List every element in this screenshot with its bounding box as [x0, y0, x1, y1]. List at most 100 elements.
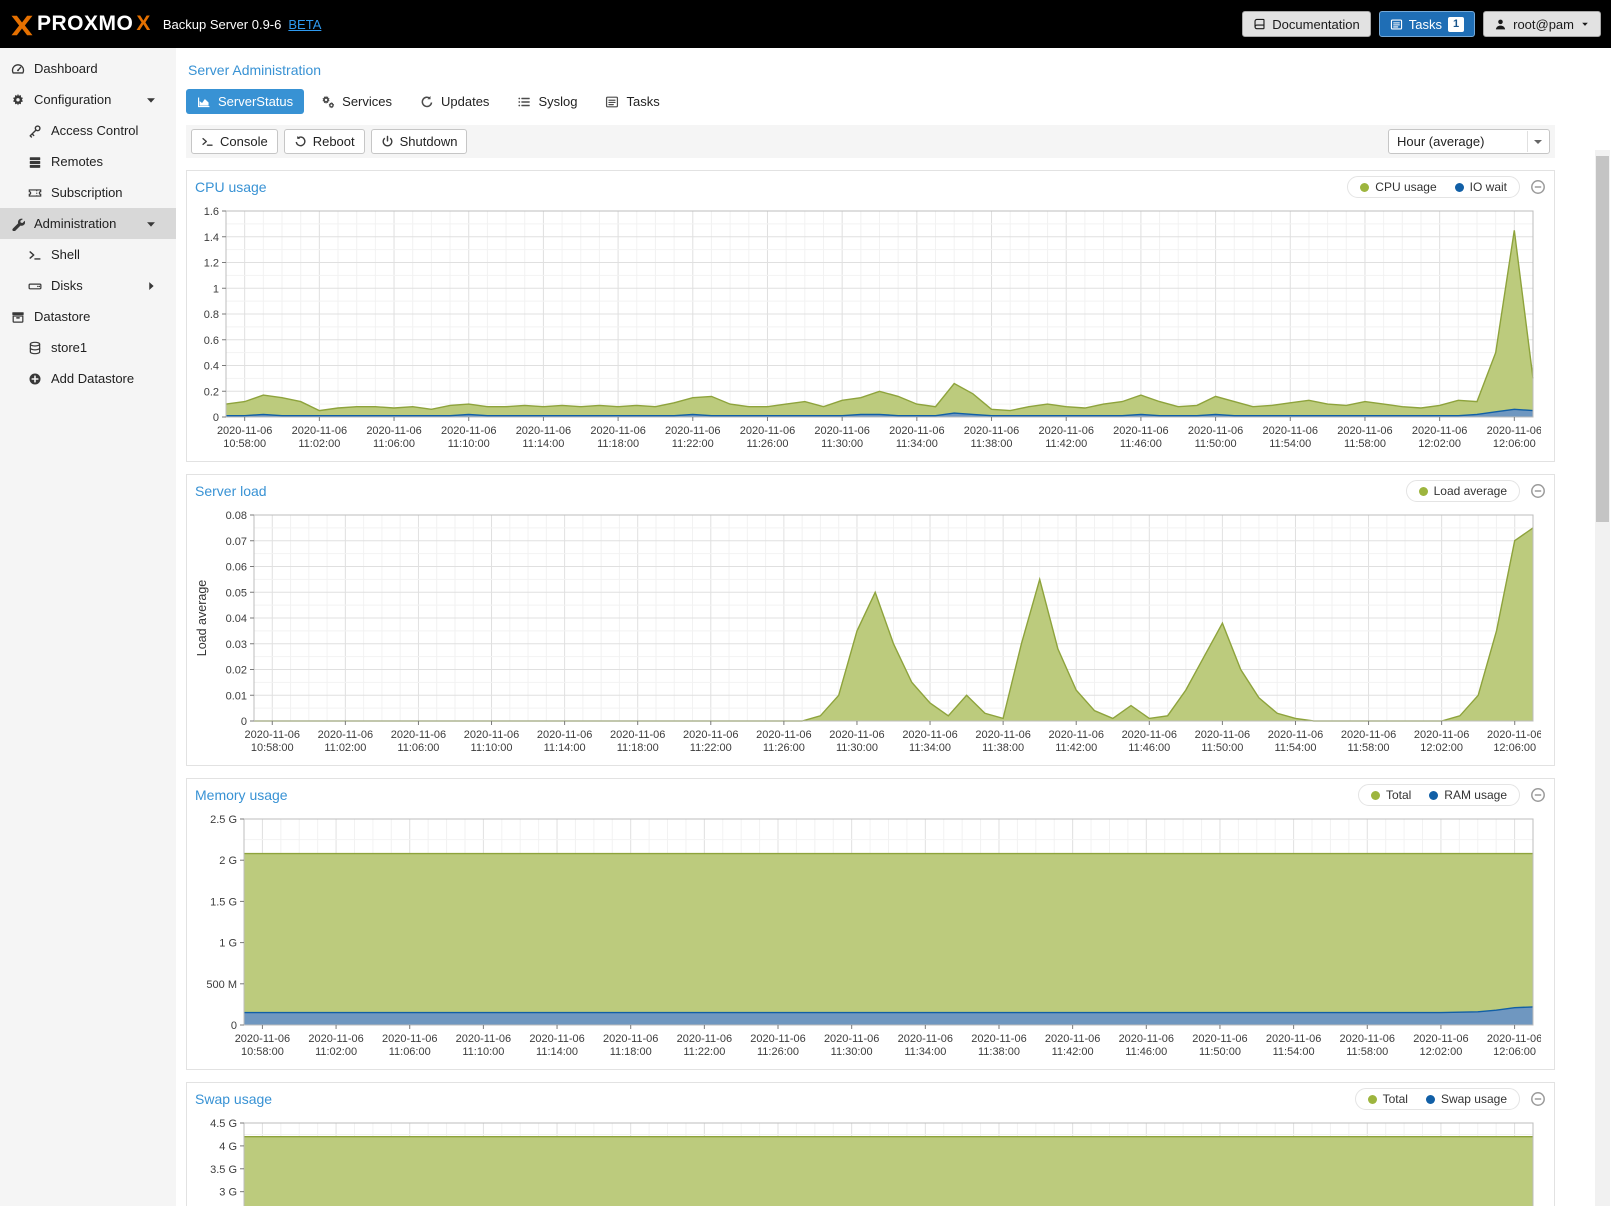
console-button[interactable]: Console	[191, 129, 278, 154]
svg-text:0.4: 0.4	[204, 361, 219, 373]
chart-legend: TotalRAM usage	[1358, 784, 1520, 806]
toolbar: Console Reboot Shutdown Hour (average)	[186, 125, 1555, 158]
svg-text:11:46:00: 11:46:00	[1120, 438, 1162, 450]
svg-text:11:54:00: 11:54:00	[1274, 742, 1316, 754]
shutdown-button[interactable]: Shutdown	[371, 129, 468, 154]
svg-text:10:58:00: 10:58:00	[241, 1046, 284, 1058]
collapse-panel-button[interactable]	[1530, 787, 1546, 803]
svg-text:2020-11-06: 2020-11-06	[1341, 729, 1396, 741]
sidebar-item-shell[interactable]: Shell	[0, 239, 176, 270]
collapse-panel-button[interactable]	[1530, 1091, 1546, 1107]
svg-text:11:18:00: 11:18:00	[610, 1046, 652, 1058]
collapse-panel-button[interactable]	[1530, 483, 1546, 499]
svg-text:2020-11-06: 2020-11-06	[1487, 425, 1541, 437]
product-name: Backup Server 0.9-6	[163, 17, 282, 32]
svg-text:0.05: 0.05	[226, 587, 247, 599]
sidebar-item-add-datastore[interactable]: Add Datastore	[0, 363, 176, 394]
server-load-chart: 00.010.020.030.040.050.060.070.082020-11…	[191, 507, 1541, 761]
svg-text:1.5 G: 1.5 G	[210, 896, 237, 908]
tab-bar: ServerStatus Services Updates SyslogTasks	[186, 89, 1555, 114]
svg-text:2020-11-06: 2020-11-06	[683, 729, 738, 741]
sidebar-item-label: Remotes	[51, 154, 103, 169]
sidebar-item-disks[interactable]: Disks	[0, 270, 176, 301]
svg-text:11:46:00: 11:46:00	[1128, 742, 1170, 754]
time-range-value: Hour (average)	[1397, 134, 1484, 149]
svg-text:0: 0	[241, 716, 247, 728]
reboot-button[interactable]: Reboot	[284, 129, 365, 154]
scrollbar-thumb[interactable]	[1596, 156, 1609, 522]
tab-tasks[interactable]: Tasks	[594, 89, 670, 114]
sidebar-item-store1[interactable]: store1	[0, 332, 176, 363]
svg-text:11:26:00: 11:26:00	[757, 1046, 799, 1058]
svg-text:2020-11-06: 2020-11-06	[391, 729, 446, 741]
svg-text:11:38:00: 11:38:00	[978, 1046, 1020, 1058]
sidebar-item-remotes[interactable]: Remotes	[0, 146, 176, 177]
caret-right-icon	[144, 279, 158, 293]
sidebar-item-datastore[interactable]: Datastore	[0, 301, 176, 332]
svg-text:2020-11-06: 2020-11-06	[1414, 729, 1469, 741]
svg-text:11:26:00: 11:26:00	[763, 742, 805, 754]
sidebar-item-administration[interactable]: Administration	[0, 208, 176, 239]
svg-text:12:02:00: 12:02:00	[1418, 438, 1461, 450]
legend-dot	[1419, 487, 1428, 496]
sidebar-item-configuration[interactable]: Configuration	[0, 84, 176, 115]
svg-text:2020-11-06: 2020-11-06	[292, 425, 347, 437]
svg-text:11:34:00: 11:34:00	[904, 1046, 946, 1058]
power-icon	[381, 135, 394, 148]
tab-services[interactable]: Services	[310, 89, 403, 114]
panel-cpu-usage: CPU usageCPU usageIO wait00.20.40.60.811…	[186, 170, 1555, 462]
tab-label: Services	[342, 94, 392, 109]
tab-updates[interactable]: Updates	[409, 89, 500, 114]
panel-header: Memory usageTotalRAM usage	[187, 779, 1554, 809]
svg-text:2020-11-06: 2020-11-06	[824, 1033, 879, 1045]
svg-text:11:58:00: 11:58:00	[1346, 1046, 1388, 1058]
svg-text:11:46:00: 11:46:00	[1125, 1046, 1167, 1058]
svg-text:4 G: 4 G	[219, 1141, 237, 1153]
svg-text:11:58:00: 11:58:00	[1348, 742, 1390, 754]
page-title: Server Administration	[186, 56, 1555, 80]
logo-x: X	[136, 12, 151, 36]
svg-text:0.2: 0.2	[204, 386, 219, 398]
svg-text:11:10:00: 11:10:00	[448, 438, 490, 450]
legend-item: Swap usage	[1426, 1092, 1507, 1106]
panel-title: Swap usage	[195, 1091, 272, 1107]
svg-text:0.8: 0.8	[204, 309, 219, 321]
svg-text:2020-11-06: 2020-11-06	[217, 425, 272, 437]
svg-text:3.5 G: 3.5 G	[210, 1164, 237, 1176]
svg-text:12:02:00: 12:02:00	[1420, 1046, 1463, 1058]
panel-title: Server load	[195, 483, 267, 499]
caret-down-icon	[144, 217, 158, 231]
sidebar-item-access-control[interactable]: Access Control	[0, 115, 176, 146]
svg-text:2 G: 2 G	[219, 855, 237, 867]
svg-text:2020-11-06: 2020-11-06	[382, 1033, 437, 1045]
tab-syslog[interactable]: Syslog	[506, 89, 588, 114]
legend-item: RAM usage	[1429, 788, 1507, 802]
cpu-usage-chart: 00.20.40.60.811.21.41.62020-11-0610:58:0…	[191, 203, 1541, 457]
svg-text:0.08: 0.08	[226, 510, 247, 522]
svg-text:11:06:00: 11:06:00	[389, 1046, 431, 1058]
svg-text:11:34:00: 11:34:00	[896, 438, 938, 450]
documentation-button[interactable]: Documentation	[1242, 11, 1370, 37]
tab-label: Updates	[441, 94, 489, 109]
beta-link[interactable]: BETA	[288, 17, 321, 32]
vertical-scrollbar[interactable]	[1595, 150, 1610, 1206]
svg-text:2020-11-06: 2020-11-06	[537, 729, 592, 741]
collapse-panel-button[interactable]	[1530, 179, 1546, 195]
svg-text:2020-11-06: 2020-11-06	[366, 425, 421, 437]
sidebar-item-subscription[interactable]: Subscription	[0, 177, 176, 208]
sidebar-item-label: Administration	[34, 216, 116, 231]
svg-text:2020-11-06: 2020-11-06	[1113, 425, 1168, 437]
sidebar-item-dashboard[interactable]: Dashboard	[0, 53, 176, 84]
svg-text:2020-11-06: 2020-11-06	[1119, 1033, 1174, 1045]
tab-serverstatus[interactable]: ServerStatus	[186, 89, 304, 114]
svg-text:11:14:00: 11:14:00	[536, 1046, 578, 1058]
user-menu-button[interactable]: root@pam	[1483, 11, 1601, 37]
svg-text:11:42:00: 11:42:00	[1055, 742, 1097, 754]
toolbar-button-label: Reboot	[313, 134, 355, 149]
svg-text:11:38:00: 11:38:00	[971, 438, 1013, 450]
svg-text:0.02: 0.02	[226, 665, 247, 677]
server-icon	[28, 155, 42, 169]
time-range-select[interactable]: Hour (average)	[1388, 129, 1550, 154]
svg-text:11:22:00: 11:22:00	[672, 438, 714, 450]
tasks-button[interactable]: Tasks 1	[1379, 11, 1475, 37]
